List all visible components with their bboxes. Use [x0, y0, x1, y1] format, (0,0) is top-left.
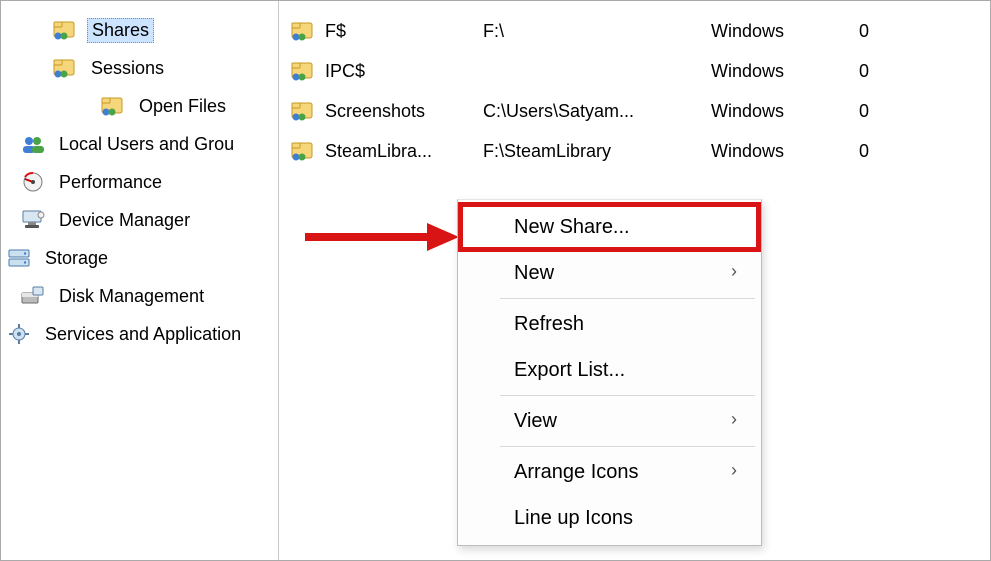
tree-label: Local Users and Grou: [55, 133, 238, 156]
shared-folder-icon: [99, 94, 127, 118]
tree-label: Open Files: [135, 95, 230, 118]
share-name: F$: [325, 21, 475, 42]
share-row[interactable]: SteamLibra... F:\SteamLibrary Windows 0: [279, 131, 990, 171]
share-type: Windows: [711, 61, 851, 82]
tree-item-sessions[interactable]: Sessions: [1, 49, 278, 87]
storage-icon: [5, 246, 33, 270]
chevron-right-icon: ›: [731, 460, 737, 481]
share-icon: [289, 140, 317, 162]
disk-management-icon: [19, 284, 47, 308]
tree-label: Device Manager: [55, 209, 194, 232]
shared-folder-icon: [51, 18, 79, 42]
share-row[interactable]: F$ F:\ Windows 0: [279, 11, 990, 51]
tree-item-disk-management[interactable]: Disk Management: [1, 277, 278, 315]
menu-label: Refresh: [514, 313, 584, 336]
tree-item-storage[interactable]: Storage: [1, 239, 278, 277]
tree-label: Storage: [41, 247, 112, 270]
tree-label: Sessions: [87, 57, 168, 80]
menu-arrange-icons[interactable]: Arrange Icons ›: [460, 449, 759, 495]
share-connections: 0: [859, 61, 909, 82]
menu-label: View: [514, 410, 557, 433]
tree-label: Performance: [55, 171, 166, 194]
menu-separator: [500, 298, 755, 299]
tree-item-shares[interactable]: Shares: [1, 11, 278, 49]
tree-item-performance[interactable]: Performance: [1, 163, 278, 201]
tree-item-open-files[interactable]: Open Files: [1, 87, 278, 125]
menu-label: Line up Icons: [514, 507, 633, 530]
share-row[interactable]: IPC$ Windows 0: [279, 51, 990, 91]
users-icon: [19, 132, 47, 156]
shared-folder-icon: [51, 56, 79, 80]
menu-label: Export List...: [514, 359, 625, 382]
share-type: Windows: [711, 21, 851, 42]
menu-label: New Share...: [514, 216, 630, 239]
nav-tree: Shares Sessions: [1, 1, 279, 560]
menu-new[interactable]: New ›: [460, 250, 759, 296]
performance-icon: [19, 170, 47, 194]
share-type: Windows: [711, 141, 851, 162]
tree-label: Services and Application: [41, 323, 245, 346]
share-icon: [289, 20, 317, 42]
tree-item-device-manager[interactable]: Device Manager: [1, 201, 278, 239]
gear-icon: [5, 322, 33, 346]
share-path: F:\: [483, 21, 703, 42]
menu-refresh[interactable]: Refresh: [460, 301, 759, 347]
share-path: C:\Users\Satyam...: [483, 101, 703, 122]
menu-separator: [500, 395, 755, 396]
tree-label: Shares: [87, 18, 154, 43]
tree-item-services[interactable]: Services and Application: [1, 315, 278, 353]
device-manager-icon: [19, 208, 47, 232]
menu-label: New: [514, 262, 554, 285]
share-row[interactable]: Screenshots C:\Users\Satyam... Windows 0: [279, 91, 990, 131]
share-name: SteamLibra...: [325, 141, 475, 162]
share-name: IPC$: [325, 61, 475, 82]
menu-label: Arrange Icons: [514, 461, 639, 484]
share-path: F:\SteamLibrary: [483, 141, 703, 162]
menu-new-share[interactable]: New Share...: [458, 202, 761, 252]
share-icon: [289, 100, 317, 122]
chevron-right-icon: ›: [731, 409, 737, 430]
share-icon: [289, 60, 317, 82]
chevron-right-icon: ›: [731, 261, 737, 282]
tree-item-local-users[interactable]: Local Users and Grou: [1, 125, 278, 163]
menu-line-up-icons[interactable]: Line up Icons: [460, 495, 759, 541]
share-connections: 0: [859, 101, 909, 122]
share-name: Screenshots: [325, 101, 475, 122]
tree-label: Disk Management: [55, 285, 208, 308]
menu-separator: [500, 446, 755, 447]
share-connections: 0: [859, 21, 909, 42]
context-menu: New Share... New › Refresh Export List..…: [457, 199, 762, 546]
share-type: Windows: [711, 101, 851, 122]
menu-export-list[interactable]: Export List...: [460, 347, 759, 393]
share-connections: 0: [859, 141, 909, 162]
menu-view[interactable]: View ›: [460, 398, 759, 444]
